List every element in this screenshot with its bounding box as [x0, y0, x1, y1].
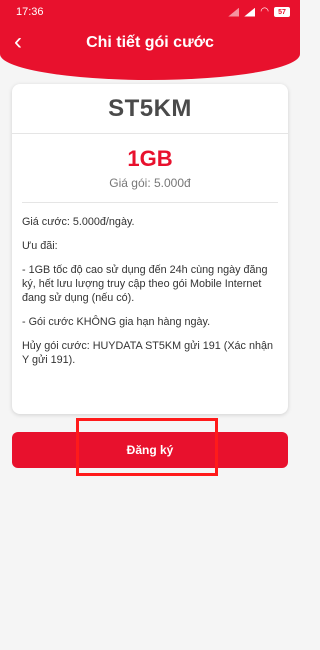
data-amount: 1GB: [127, 146, 173, 171]
signal-icon: [244, 7, 256, 17]
package-price: Giá gói: 5.000đ: [109, 176, 191, 190]
package-card: ST5KM 1GB Giá gói: 5.000đ Giá cước: 5.00…: [12, 84, 288, 414]
detail-no-renewal: - Gói cước KHÔNG gia hạn hàng ngày.: [22, 316, 211, 328]
page-title: Chi tiết gói cước: [86, 34, 214, 51]
status-icons: ◠ 57: [228, 7, 290, 17]
detail-offer-heading: Ưu đãi:: [22, 240, 58, 252]
package-details: Giá cước: 5.000đ/ngày. Ưu đãi: - 1GB tốc…: [12, 203, 288, 367]
register-button-label: Đăng ký: [126, 443, 174, 457]
status-time: 17:36: [16, 6, 44, 18]
detail-offer-data: - 1GB tốc độ cao sử dụng đến 24h cùng ng…: [22, 264, 268, 304]
battery-icon: 57: [274, 7, 290, 17]
signal-icon: [228, 7, 240, 17]
app-header: ‹ Chi tiết gói cước: [0, 24, 300, 80]
detail-price: Giá cước: 5.000đ/ngày.: [22, 216, 135, 228]
register-button[interactable]: Đăng ký: [12, 432, 288, 468]
status-bar: 17:36 ◠ 57: [0, 0, 300, 24]
detail-cancel: Hủy gói cước: HUYDATA ST5KM gửi 191 (Xác…: [22, 340, 273, 366]
wifi-icon: ◠: [260, 6, 269, 17]
package-name: ST5KM: [108, 94, 192, 122]
package-header: ST5KM: [12, 84, 288, 134]
